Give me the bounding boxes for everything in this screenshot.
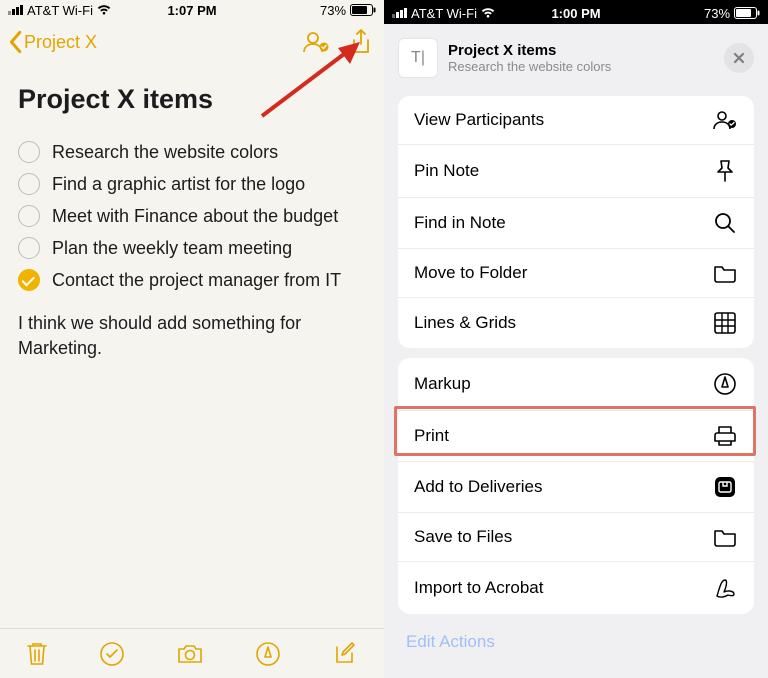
action-add-to-deliveries[interactable]: Add to Deliveries xyxy=(398,461,754,512)
action-find-in-note[interactable]: Find in Note xyxy=(398,197,754,248)
action-view-participants[interactable]: View Participants xyxy=(398,96,754,144)
checkbox-icon[interactable] xyxy=(18,173,40,195)
note-body[interactable]: Project X items Research the website col… xyxy=(0,84,384,361)
checklist-item[interactable]: Find a graphic artist for the logo xyxy=(18,173,366,195)
checkbox-icon[interactable] xyxy=(18,141,40,163)
action-markup[interactable]: Markup xyxy=(398,358,754,410)
checklist-item[interactable]: Contact the project manager from IT xyxy=(18,269,366,291)
trash-button[interactable] xyxy=(26,641,48,667)
battery-percent: 73% xyxy=(704,6,730,21)
notes-nav: Project X xyxy=(0,20,384,60)
action-import-to-acrobat[interactable]: Import to Acrobat xyxy=(398,561,754,614)
sheet-subtitle: Research the website colors xyxy=(448,59,714,74)
participants-icon xyxy=(302,31,330,53)
signal-icon xyxy=(392,8,407,18)
markup-icon xyxy=(712,372,738,396)
signal-icon xyxy=(8,5,23,15)
checklist: Research the website colors Find a graph… xyxy=(18,141,366,291)
carrier-label: AT&T Wi-Fi xyxy=(27,3,93,18)
share-sheet-header: T| Project X items Research the website … xyxy=(384,24,768,96)
share-button[interactable] xyxy=(350,29,372,55)
battery-percent: 73% xyxy=(320,3,346,18)
carrier-label: AT&T Wi-Fi xyxy=(411,6,477,21)
camera-button[interactable] xyxy=(176,643,204,665)
checkbox-icon[interactable] xyxy=(18,205,40,227)
actions-group-2: Markup Print Add to Deliveries Save to F… xyxy=(398,358,754,614)
check-circle-icon xyxy=(99,641,125,667)
notes-toolbar xyxy=(0,628,384,678)
deliveries-icon xyxy=(712,476,738,498)
pin-icon xyxy=(712,159,738,183)
wifi-icon xyxy=(97,5,111,15)
checkbox-checked-icon[interactable] xyxy=(18,269,40,291)
status-bar: AT&T Wi-Fi 1:00 PM 73% xyxy=(384,0,768,24)
note-text: I think we should add something for Mark… xyxy=(18,311,366,361)
action-lines-grids[interactable]: Lines & Grids xyxy=(398,297,754,348)
checklist-button[interactable] xyxy=(99,641,125,667)
back-button[interactable]: Project X xyxy=(6,30,97,54)
action-pin-note[interactable]: Pin Note xyxy=(398,144,754,197)
markup-icon xyxy=(255,641,281,667)
compose-button[interactable] xyxy=(332,641,358,667)
battery-icon xyxy=(734,7,760,19)
search-icon xyxy=(712,212,738,234)
wifi-icon xyxy=(481,8,495,18)
action-move-to-folder[interactable]: Move to Folder xyxy=(398,248,754,297)
sheet-title: Project X items xyxy=(448,42,714,59)
actions-group-1: View Participants Pin Note Find in Note … xyxy=(398,96,754,348)
folder-icon xyxy=(712,263,738,283)
grid-icon xyxy=(712,312,738,334)
checkbox-icon[interactable] xyxy=(18,237,40,259)
checklist-item[interactable]: Research the website colors xyxy=(18,141,366,163)
close-button[interactable] xyxy=(724,43,754,73)
back-label: Project X xyxy=(24,32,97,53)
edit-actions-button[interactable]: Edit Actions xyxy=(384,624,768,660)
trash-icon xyxy=(26,641,48,667)
status-bar: AT&T Wi-Fi 1:07 PM 73% xyxy=(0,0,384,20)
camera-icon xyxy=(176,643,204,665)
note-thumbnail: T| xyxy=(398,38,438,78)
print-icon xyxy=(712,425,738,447)
share-icon xyxy=(350,29,372,55)
phone-right: AT&T Wi-Fi 1:00 PM 73% T| Project X item… xyxy=(384,0,768,678)
folder-icon xyxy=(712,527,738,547)
clock: 1:00 PM xyxy=(515,6,638,21)
participants-button[interactable] xyxy=(302,31,330,53)
battery-icon xyxy=(350,4,376,16)
actions-group-2-wrap: Markup Print Add to Deliveries Save to F… xyxy=(384,358,768,614)
acrobat-icon xyxy=(712,576,738,600)
clock: 1:07 PM xyxy=(131,3,254,18)
checklist-item[interactable]: Plan the weekly team meeting xyxy=(18,237,366,259)
markup-button[interactable] xyxy=(255,641,281,667)
action-save-to-files[interactable]: Save to Files xyxy=(398,512,754,561)
close-icon xyxy=(733,52,745,64)
action-print[interactable]: Print xyxy=(398,410,754,461)
chevron-left-icon xyxy=(6,30,24,54)
note-title: Project X items xyxy=(18,84,366,115)
participants-icon xyxy=(712,110,738,130)
phone-left: AT&T Wi-Fi 1:07 PM 73% Project X Project… xyxy=(0,0,384,678)
compose-icon xyxy=(332,641,358,667)
checklist-item[interactable]: Meet with Finance about the budget xyxy=(18,205,366,227)
